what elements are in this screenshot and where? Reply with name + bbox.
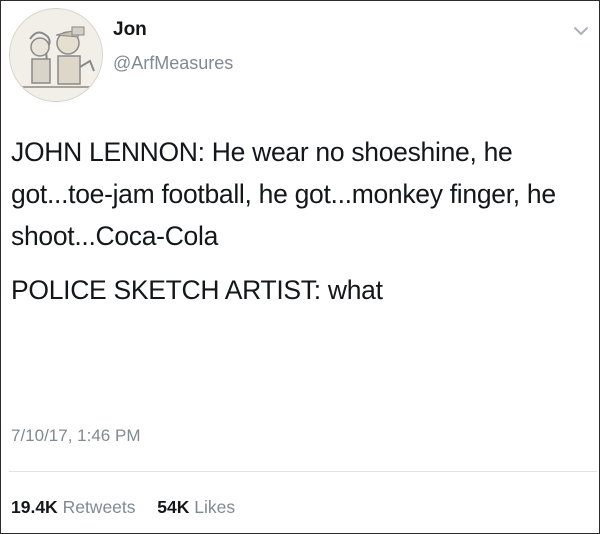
tweet-card: Jon @ArfMeasures JOHN LENNON: He wear no… (0, 0, 600, 534)
likes-label: Likes (194, 497, 236, 517)
chevron-down-icon[interactable] (573, 25, 589, 37)
divider (9, 471, 597, 472)
author-name[interactable]: Jon (113, 19, 147, 41)
likes-stat[interactable]: 54K Likes (157, 497, 235, 517)
tweet-paragraph: JOHN LENNON: He wear no shoeshine, he go… (11, 137, 556, 251)
retweets-stat[interactable]: 19.4K Retweets (11, 497, 140, 517)
avatar-illustration (10, 9, 102, 101)
retweets-count: 19.4K (11, 497, 58, 517)
tweet-timestamp[interactable]: 7/10/17, 1:46 PM (11, 426, 140, 446)
avatar[interactable] (9, 8, 103, 102)
author-handle[interactable]: @ArfMeasures (113, 53, 233, 74)
likes-count: 54K (157, 497, 190, 517)
tweet-paragraph: POLICE SKETCH ARTIST: what (11, 275, 383, 305)
tweet-text: JOHN LENNON: He wear no shoeshine, he go… (11, 131, 586, 311)
tweet-stats: 19.4K Retweets 54K Likes (11, 497, 235, 518)
retweets-label: Retweets (62, 497, 136, 517)
